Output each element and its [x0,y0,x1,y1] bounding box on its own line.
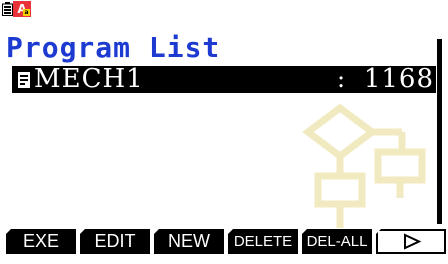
f5-del-all-button[interactable]: DEL-ALL [302,229,372,254]
f3-new-button[interactable]: NEW [154,229,224,254]
program-file-icon [18,72,30,88]
calculator-screen: A a Program List MECH1 : 1168 EXE EDIT N… [0,0,448,264]
page-title: Program List [6,31,221,64]
program-list-item[interactable]: MECH1 : 1168 [12,66,436,93]
program-separator: : [337,65,346,93]
alpha-mode-icon: A a [13,1,31,17]
f2-edit-button[interactable]: EDIT [80,229,150,254]
alpha-mode-sub: a [23,9,30,16]
next-page-icon [404,233,422,250]
f1-exe-button[interactable]: EXE [6,229,76,254]
scrollbar[interactable] [437,39,442,224]
status-bar: A a [0,0,448,18]
f6-next-button[interactable] [376,229,446,254]
program-size: 1168 [363,64,434,94]
battery-icon [2,2,13,16]
flowchart-watermark-icon [302,103,426,228]
program-name: MECH1 [34,64,144,94]
scrollbar-thumb[interactable] [438,39,442,224]
f4-delete-button[interactable]: DELETE [228,229,298,254]
function-key-bar: EXE EDIT NEW DELETE DEL-ALL [0,229,448,254]
